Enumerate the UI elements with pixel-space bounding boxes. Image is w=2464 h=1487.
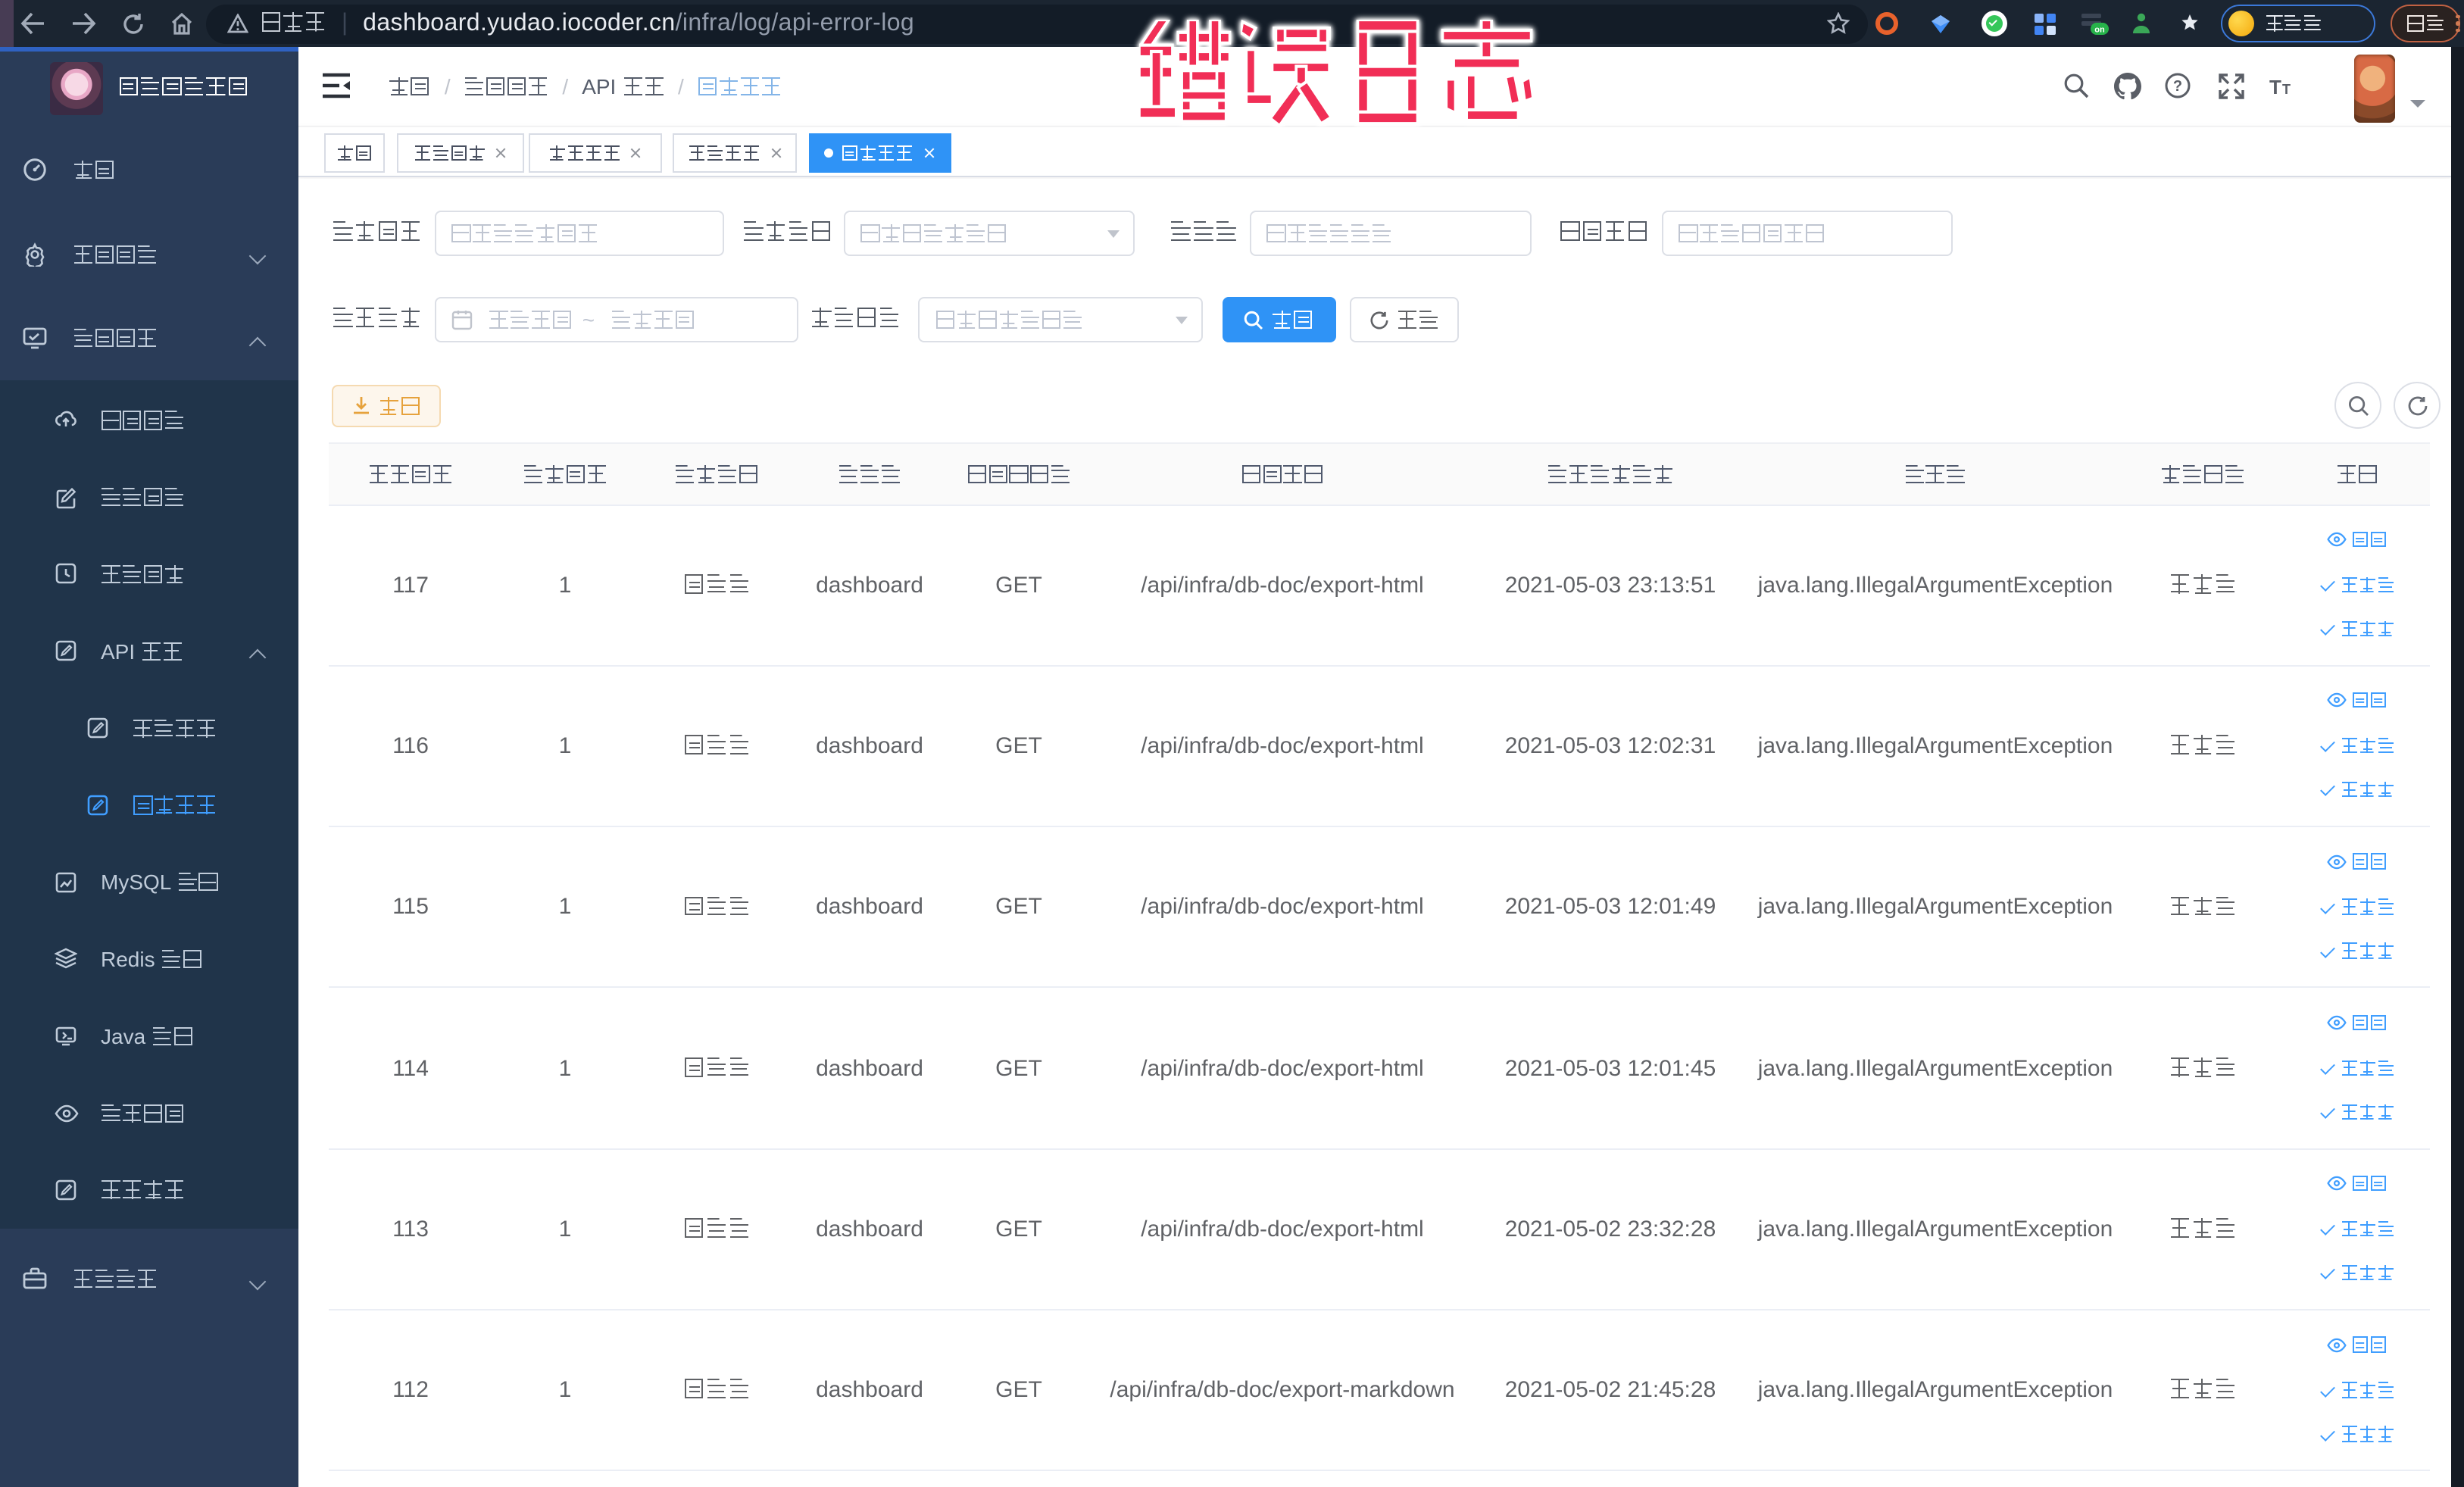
svg-text:?: ? [2173, 79, 2182, 95]
svg-text:on: on [2094, 24, 2105, 33]
svg-text:T: T [2282, 82, 2291, 97]
svg-text:T: T [2269, 76, 2281, 98]
